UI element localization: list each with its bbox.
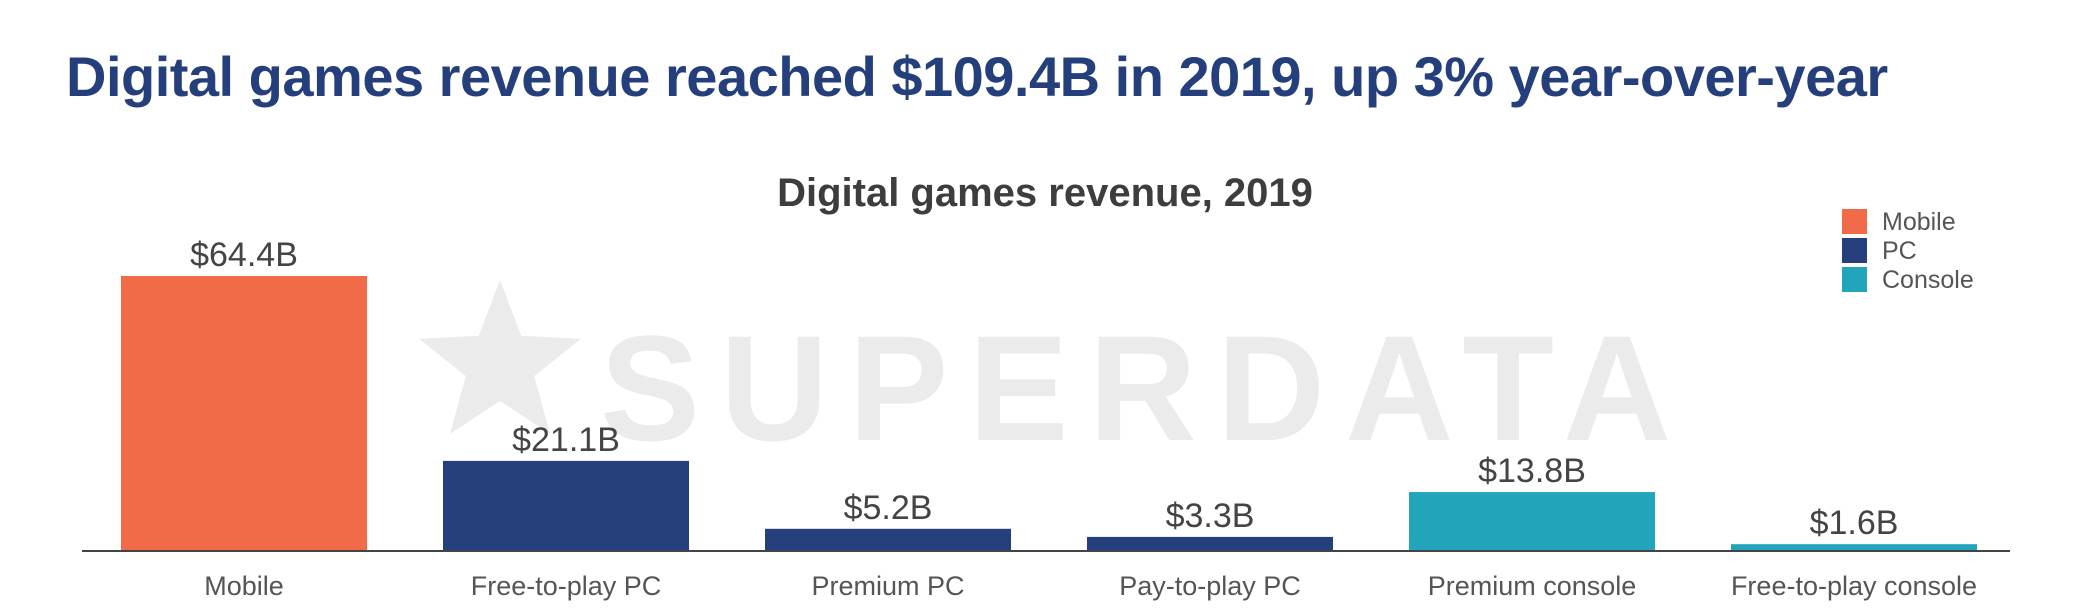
data-label: $64.4B — [190, 236, 298, 274]
x-tick-label: Premium console — [1428, 571, 1637, 601]
legend-label-mobile: Mobile — [1882, 208, 1956, 236]
bar-mobile — [121, 276, 367, 551]
data-label: $21.1B — [512, 421, 620, 459]
legend-swatch-mobile — [1842, 209, 1867, 234]
data-label: $3.3B — [1166, 497, 1255, 535]
data-label: $1.6B — [1810, 504, 1899, 542]
chart-title: Digital games revenue, 2019 — [777, 171, 1313, 215]
bar-pay-to-play-pc — [1087, 536, 1333, 551]
chart-legend: MobilePCConsole — [1842, 208, 1974, 294]
legend-label-console: Console — [1882, 266, 1974, 294]
x-tick-label: Free-to-play PC — [471, 571, 662, 601]
bar-free-to-play-pc — [443, 460, 689, 551]
bar-premium-console — [1409, 492, 1655, 551]
bar-free-to-play-console — [1731, 544, 1977, 551]
legend-swatch-pc — [1842, 238, 1867, 263]
x-tick-label: Premium PC — [811, 571, 964, 601]
star-icon — [419, 280, 581, 434]
x-tick-label: Pay-to-play PC — [1119, 571, 1301, 601]
watermark-text: SUPERDATA — [600, 304, 1691, 472]
x-tick-label: Mobile — [204, 571, 284, 601]
legend-swatch-console — [1842, 267, 1867, 292]
data-label: $5.2B — [844, 489, 933, 527]
bar-chart: SUPERDATA Digital games revenue, 2019 Mo… — [82, 171, 2010, 601]
bar-premium-pc — [765, 528, 1011, 551]
x-axis-ticks: Mobile Free-to-play PC Premium PC Pay-to-pl… — [204, 571, 1977, 601]
data-label: $13.8B — [1478, 452, 1586, 490]
x-tick-label: Free-to-play console — [1731, 571, 1977, 601]
legend-label-pc: PC — [1882, 237, 1917, 265]
